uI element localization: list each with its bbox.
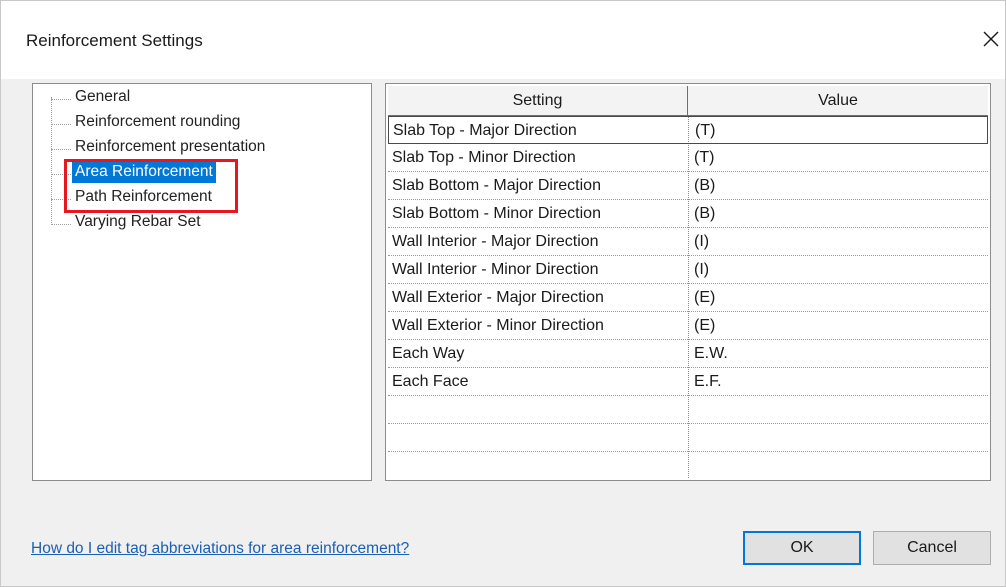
column-header-setting[interactable]: Setting [388, 86, 688, 116]
tree-item-label[interactable]: Varying Rebar Set [72, 212, 204, 233]
dialog-title: Reinforcement Settings [26, 31, 203, 50]
value-cell[interactable]: E.F. [694, 368, 722, 396]
tree-connector [51, 99, 71, 100]
tree-connector [51, 199, 71, 200]
help-link[interactable]: How do I edit tag abbreviations for area… [31, 540, 409, 558]
ok-button[interactable]: OK [743, 531, 861, 565]
table-row[interactable]: Wall Interior - Minor Direction (I) [388, 256, 988, 284]
value-cell[interactable]: (B) [694, 200, 715, 228]
value-cell[interactable]: (I) [694, 228, 709, 256]
tree-guide-line [51, 97, 52, 223]
setting-cell: Slab Bottom - Minor Direction [392, 205, 601, 222]
table-row[interactable]: Wall Exterior - Major Direction (E) [388, 284, 988, 312]
tree-item-label[interactable]: Area Reinforcement [72, 162, 216, 183]
table-row[interactable]: Wall Interior - Major Direction (I) [388, 228, 988, 256]
table-row[interactable]: Slab Top - Minor Direction (T) [388, 144, 988, 172]
setting-cell: Wall Exterior - Minor Direction [392, 317, 604, 334]
empty-table-row [388, 396, 988, 424]
reinforcement-settings-dialog: Reinforcement Settings General Reinforce… [0, 0, 1006, 587]
value-cell[interactable]: (I) [694, 256, 709, 284]
table-row[interactable]: Slab Bottom - Major Direction (B) [388, 172, 988, 200]
tree-connector [51, 224, 71, 225]
title-bar: Reinforcement Settings [1, 1, 1005, 79]
tree-item-label[interactable]: General [72, 87, 133, 108]
value-cell[interactable]: (B) [694, 172, 715, 200]
setting-cell: Wall Interior - Major Direction [392, 233, 599, 250]
tree-connector [51, 174, 71, 175]
value-cell[interactable]: E.W. [694, 340, 728, 368]
tree-item-label[interactable]: Path Reinforcement [72, 187, 215, 208]
setting-cell: Wall Exterior - Major Direction [392, 289, 604, 306]
setting-cell: Wall Interior - Minor Direction [392, 261, 599, 278]
table-row[interactable]: Each Face E.F. [388, 368, 988, 396]
column-header-value[interactable]: Value [688, 86, 988, 116]
table-row[interactable]: Slab Top - Major Direction (T) [388, 116, 988, 144]
value-cell[interactable]: (E) [694, 284, 715, 312]
table-row[interactable]: Each Way E.W. [388, 340, 988, 368]
empty-table-row [388, 452, 988, 480]
setting-cell: Slab Top - Major Direction [393, 122, 577, 139]
setting-cell: Slab Top - Minor Direction [392, 149, 576, 166]
setting-cell: Each Way [392, 345, 465, 362]
close-button[interactable] [975, 23, 1006, 55]
tree-item-label[interactable]: Reinforcement rounding [72, 112, 243, 133]
settings-table: Setting Value Slab Top - Major Direction… [385, 83, 991, 481]
empty-table-row [388, 424, 988, 452]
tree-connector [51, 149, 71, 150]
setting-cell: Slab Bottom - Major Direction [392, 177, 601, 194]
close-icon [983, 31, 999, 47]
tree-item-label[interactable]: Reinforcement presentation [72, 137, 268, 158]
table-row[interactable]: Wall Exterior - Minor Direction (E) [388, 312, 988, 340]
cancel-button[interactable]: Cancel [873, 531, 991, 565]
tree-connector [51, 124, 71, 125]
table-row[interactable]: Slab Bottom - Minor Direction (B) [388, 200, 988, 228]
value-cell[interactable]: (E) [694, 312, 715, 340]
value-cell[interactable]: (T) [695, 117, 715, 145]
setting-cell: Each Face [392, 373, 469, 390]
value-cell[interactable]: (T) [694, 144, 714, 172]
